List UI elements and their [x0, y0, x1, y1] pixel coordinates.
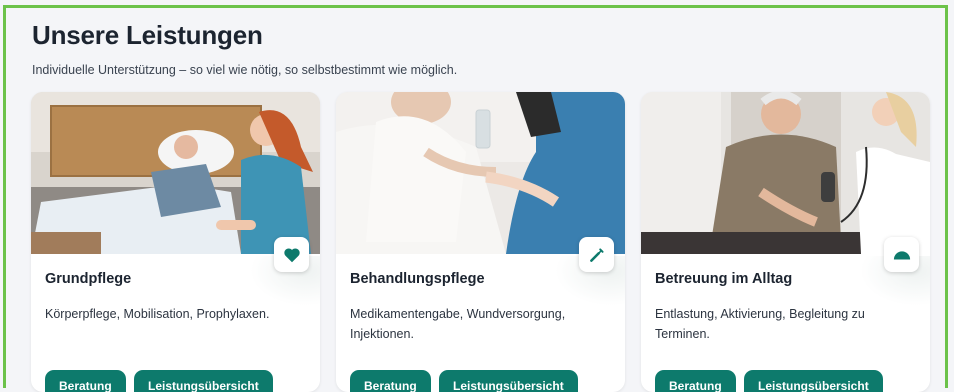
section-subtitle: Individuelle Unterstützung – so viel wie… — [32, 63, 458, 77]
heart-icon — [283, 247, 300, 262]
card-title: Betreuung im Alltag — [655, 271, 793, 287]
service-card-grundpflege: Grundpflege Körperpflege, Mobilisation, … — [31, 92, 320, 392]
beratung-button[interactable]: Beratung — [655, 370, 736, 392]
beratung-button[interactable]: Beratung — [350, 370, 431, 392]
card-title: Behandlungspflege — [350, 271, 485, 287]
service-card-behandlungspflege: Behandlungspflege Medikamentengabe, Wund… — [336, 92, 625, 392]
card-description: Entlastung, Aktivierung, Begleitung zu T… — [655, 307, 865, 341]
card-photo-betreuung — [641, 92, 930, 254]
section-title: Unsere Leistungen — [32, 20, 263, 50]
heart-icon-badge — [274, 237, 309, 272]
leistungsuebersicht-button[interactable]: Leistungsübersicht — [134, 370, 273, 392]
leistungsuebersicht-button[interactable]: Leistungsübersicht — [439, 370, 578, 392]
card-description: Medikamentengabe, Wundversorgung, Injekt… — [350, 307, 566, 341]
syringe-icon — [589, 247, 604, 262]
beratung-button[interactable]: Beratung — [45, 370, 126, 392]
card-photo-behandlungspflege — [336, 92, 625, 254]
card-photo-grundpflege — [31, 92, 320, 254]
half-circle-icon — [893, 250, 910, 259]
services-section: Unsere Leistungen Individuelle Unterstüt… — [3, 5, 948, 392]
service-card-betreuung: Betreuung im Alltag Entlastung, Aktivier… — [641, 92, 930, 392]
card-description: Körperpflege, Mobilisation, Prophylaxen. — [45, 307, 270, 321]
card-title: Grundpflege — [45, 271, 132, 287]
leistungsuebersicht-button[interactable]: Leistungsübersicht — [744, 370, 883, 392]
half-circle-icon-badge — [884, 237, 919, 272]
syringe-icon-badge — [579, 237, 614, 272]
